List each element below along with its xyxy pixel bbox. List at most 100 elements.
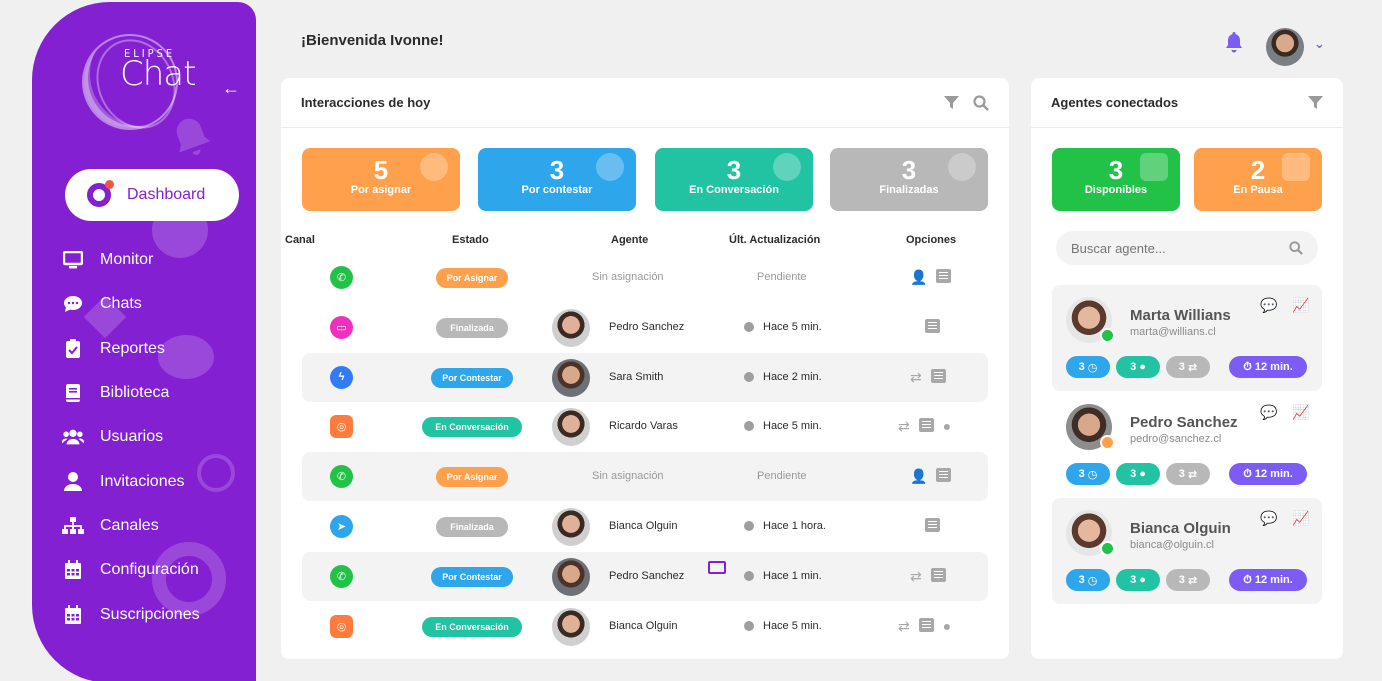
- column-ultima-actualizacion: Últ. Actualización: [729, 234, 821, 246]
- table-row[interactable]: ◎ En Conversación Bianca Olguin Hace 5 min.…: [302, 602, 988, 651]
- agent-card[interactable]: Bianca Olguin bianca@olguin.cl 💬 📈 3 ◷ 3…: [1052, 498, 1322, 604]
- details-list-icon[interactable]: [936, 468, 952, 483]
- agent-name: Bianca Olguin: [609, 520, 678, 532]
- stats-chart-icon[interactable]: 📈: [1292, 404, 1309, 421]
- status-badge: Por Contestar: [431, 367, 513, 388]
- agent-search: [1056, 231, 1318, 265]
- sidebar-nav: Monitor Chats Reportes Biblioteca Usuari…: [60, 238, 256, 637]
- sidebar-item-usuarios[interactable]: Usuarios: [60, 415, 256, 459]
- stat-finalizadas[interactable]: 3 Finalizadas: [830, 148, 988, 211]
- last-update: Hace 1 min.: [744, 570, 822, 582]
- lunch-status-icon: [1100, 435, 1115, 450]
- agent-name: Sara Smith: [609, 370, 664, 383]
- details-list-icon[interactable]: [918, 418, 934, 433]
- chat-icon[interactable]: ●: [943, 618, 951, 634]
- envelope-icon[interactable]: [708, 560, 726, 574]
- user-menu-button[interactable]: ⌄: [1314, 36, 1325, 52]
- avatar: [552, 308, 590, 347]
- row-options: [925, 518, 940, 532]
- table-row[interactable]: ✆ Por Asignar Sin asignación Pendiente 👤: [302, 253, 988, 302]
- stat-en-pausa[interactable]: 2 En Pausa: [1194, 148, 1322, 211]
- sidebar-item-invitaciones[interactable]: Invitaciones: [60, 459, 256, 503]
- details-list-icon[interactable]: [936, 269, 952, 283]
- stats-chart-icon[interactable]: 📈: [1292, 297, 1309, 314]
- calendar-icon: [62, 604, 84, 625]
- chats-counter: 3 ●: [1116, 356, 1160, 378]
- chat-clock-icon: ◷: [1087, 468, 1098, 481]
- sidebar-item-label: Monitor: [100, 251, 154, 269]
- agent-name: Ricardo Varas: [609, 420, 678, 433]
- avatar: [552, 508, 590, 546]
- sidebar-item-configuracion[interactable]: Configuración: [60, 548, 256, 592]
- sidebar-item-label: Canales: [100, 516, 159, 534]
- table-row[interactable]: ◎ En Conversación Ricardo Varas Hace 5 min.…: [302, 402, 988, 451]
- column-estado: Estado: [452, 234, 489, 246]
- last-update: Hace 5 min.: [744, 321, 822, 333]
- sidebar-item-biblioteca[interactable]: Biblioteca: [60, 371, 256, 415]
- stat-por-contestar[interactable]: 3 Por contestar: [478, 148, 636, 211]
- telegram-icon: ➤: [330, 515, 353, 538]
- agent-card[interactable]: Pedro Sanchez pedro@sanchez.cl 💬 📈 3 ◷ 3…: [1052, 392, 1322, 498]
- connected-time: ⏱ 12 min.: [1229, 463, 1307, 485]
- stat-en-conversacion[interactable]: 3 En Conversación: [655, 148, 813, 211]
- sidebar-item-suscripciones[interactable]: Suscripciones: [60, 592, 256, 636]
- clock-icon: [744, 521, 754, 531]
- stats-chart-icon[interactable]: 📈: [1292, 510, 1309, 527]
- sidebar-item-canales[interactable]: Canales: [60, 504, 256, 548]
- sidebar-item-label: Suscripciones: [100, 605, 200, 623]
- last-update-text: Hace 1 hora.: [763, 520, 826, 532]
- details-list-icon[interactable]: [925, 518, 940, 532]
- sitemap-icon: [62, 516, 84, 536]
- table-row[interactable]: ϟ Por Contestar Sara Smith Hace 2 min. ⇄: [302, 352, 988, 402]
- transfer-icon: ⇄: [1187, 468, 1198, 481]
- user-avatar[interactable]: [1266, 28, 1304, 66]
- transfer-icon[interactable]: ⇄: [910, 568, 922, 584]
- collapse-sidebar-button[interactable]: ←: [222, 78, 240, 99]
- search-icon[interactable]: [1289, 241, 1303, 255]
- filter-icon[interactable]: [1308, 95, 1323, 110]
- details-list-icon[interactable]: [930, 368, 946, 383]
- stat-label: Por asignar: [350, 184, 412, 196]
- instagram-icon: ◎: [330, 415, 353, 439]
- transfer-icon[interactable]: ⇄: [898, 618, 910, 634]
- transfer-icon[interactable]: ⇄: [910, 369, 922, 385]
- table-row[interactable]: ✆ Por Asignar Sin asignación Pendiente 👤: [302, 452, 988, 502]
- stopwatch-icon: ⏱: [1243, 467, 1252, 480]
- status-badge: Finalizada: [436, 517, 508, 537]
- sidebar-item-reportes[interactable]: Reportes: [60, 327, 256, 371]
- table-row[interactable]: ➤ Finalizada Bianca Olguin Hace 1 hora.: [302, 502, 988, 551]
- assign-user-icon[interactable]: 👤: [910, 269, 927, 285]
- details-list-icon[interactable]: [918, 617, 934, 632]
- sidebar-item-monitor[interactable]: Monitor: [60, 238, 256, 282]
- clipboard-check-icon: [62, 338, 84, 359]
- agent-card[interactable]: Marta Willians marta@willians.cl 💬 📈 3 ◷…: [1052, 285, 1322, 391]
- search-icon[interactable]: [973, 94, 989, 111]
- chats-icon[interactable]: 💬: [1260, 297, 1277, 314]
- whatsapp-icon: ✆: [330, 266, 353, 289]
- chat-clock-icon: ◷: [1087, 361, 1098, 374]
- stat-disponibles[interactable]: 3 Disponibles: [1052, 148, 1180, 211]
- transfers-count: 3: [1178, 361, 1185, 373]
- sidebar-item-chats[interactable]: Chats: [60, 282, 256, 326]
- status-badge: Por Asignar: [436, 268, 508, 288]
- agent-counters: 3 ◷ 3 ● 3 ⇄: [1066, 356, 1210, 378]
- stat-por-asignar[interactable]: 5 Por asignar: [302, 148, 460, 211]
- chats-icon[interactable]: 💬: [1260, 510, 1277, 527]
- filter-icon[interactable]: [944, 95, 959, 110]
- whatsapp-icon: ✆: [330, 465, 353, 489]
- chat-icon[interactable]: ●: [943, 418, 951, 434]
- details-list-icon[interactable]: [925, 318, 940, 333]
- chats-icon[interactable]: 💬: [1260, 404, 1277, 421]
- last-update-text: Hace 2 min.: [763, 370, 822, 383]
- details-list-icon[interactable]: [930, 567, 946, 582]
- transfer-icon[interactable]: ⇄: [898, 418, 910, 434]
- sidebar-item-dashboard[interactable]: Dashboard: [65, 169, 239, 221]
- notifications-button[interactable]: [1224, 31, 1244, 53]
- agent-name: Pedro Sanchez: [609, 320, 685, 333]
- assign-user-icon[interactable]: 👤: [910, 468, 927, 484]
- table-row[interactable]: ✆ Por Contestar Pedro Sanchez Hace 1 min. ⇄: [302, 551, 988, 601]
- table-row[interactable]: ▭ Finalizada Pedro Sanchez Hace 5 min.: [302, 303, 988, 352]
- user-clock-icon: [1282, 153, 1310, 181]
- agent-search-input[interactable]: [1071, 240, 1271, 256]
- status-badge: En Conversación: [422, 417, 522, 438]
